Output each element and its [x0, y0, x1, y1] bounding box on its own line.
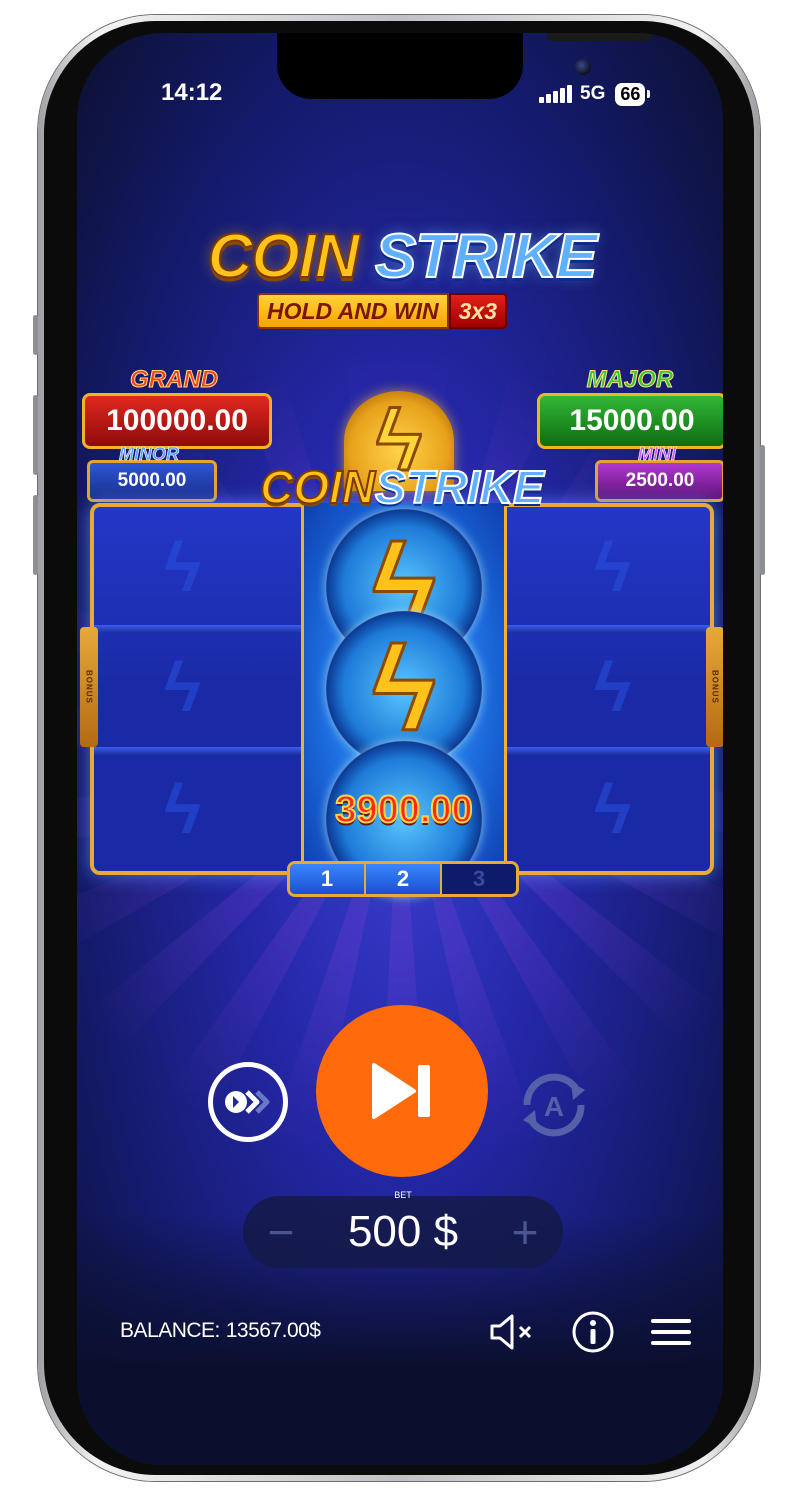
sound-button[interactable] — [488, 1308, 536, 1356]
bonus-tab-right: BONUS — [706, 627, 723, 747]
menu-icon — [651, 1319, 691, 1345]
jackpot-minor-value: 5000.00 — [87, 460, 217, 502]
jackpot-mini-label: MINI — [638, 444, 677, 465]
autoplay-button[interactable]: A — [509, 1060, 599, 1150]
info-button[interactable] — [569, 1308, 617, 1356]
bet-increase-button[interactable]: + — [503, 1206, 547, 1258]
logo-hold-and-win: HOLD AND WIN — [257, 293, 449, 329]
sound-off-icon — [490, 1314, 532, 1350]
balance-label: BALANCE: — [120, 1319, 220, 1342]
status-indicators: 5G 66 — [539, 81, 651, 107]
empty-cell-bolt-icon: ϟ — [164, 648, 202, 726]
bet-panel: BET − 500 $ + — [243, 1190, 563, 1268]
bonus-tab-left: BONUS — [80, 627, 98, 747]
jackpot-mini-value: 2500.00 — [595, 460, 723, 502]
logo-subtitle: HOLD AND WIN 3x3 — [257, 293, 507, 329]
battery-icon: 66 — [615, 82, 651, 106]
empty-cell-bolt-icon: ϟ — [164, 770, 202, 848]
center-logo-coin: COIN — [259, 460, 376, 514]
logo-grid-badge: 3x3 — [448, 293, 507, 329]
balance: BALANCE: 13567.00$ — [120, 1319, 321, 1343]
camera — [575, 59, 591, 75]
respin-counter-cell: 2 — [366, 864, 442, 894]
logo-word-coin: COIN — [207, 221, 361, 292]
bonus-tab-label: BONUS — [84, 670, 94, 704]
logo-word-strike: STRIKE — [374, 221, 598, 292]
skip-icon — [372, 1063, 430, 1119]
empty-cell-bolt-icon: ϟ — [164, 528, 202, 606]
jackpot-minor-label: MINOR — [119, 444, 180, 465]
volume-up-button — [33, 395, 38, 475]
game-screen: 14:12 5G 66 COIN STRIKE HOLD AND WIN 3x3… — [77, 33, 723, 1465]
empty-cell-bolt-icon: ϟ — [594, 648, 632, 726]
svg-text:A: A — [544, 1091, 564, 1122]
center-logo: COINSTRIKE — [229, 460, 575, 514]
bonus-tab-label: BONUS — [710, 670, 720, 704]
jackpot-grand-label: GRAND — [130, 366, 219, 394]
signal-icon — [539, 85, 572, 103]
center-logo-strike: STRIKE — [374, 460, 545, 514]
logo-title: COIN STRIKE — [187, 221, 617, 292]
respin-counter: 1 2 3 — [287, 861, 519, 897]
menu-button[interactable] — [647, 1308, 695, 1356]
network-type: 5G — [580, 83, 606, 104]
respin-counter-cell: 3 — [442, 864, 516, 894]
info-icon — [572, 1311, 614, 1353]
bet-value: 500 $ — [347, 1207, 459, 1256]
jackpot-major-value: 15000.00 — [537, 393, 723, 449]
turbo-button[interactable] — [208, 1062, 288, 1142]
bet-label: BET — [394, 1190, 412, 1200]
minus-icon: − — [267, 1206, 295, 1258]
game-logo: COIN STRIKE HOLD AND WIN 3x3 — [187, 221, 617, 351]
plus-icon: + — [511, 1206, 539, 1258]
respin-counter-cell: 1 — [290, 864, 366, 894]
bet-decrease-button[interactable]: − — [259, 1206, 303, 1258]
power-button — [760, 445, 765, 575]
coin-win-value: 3900.00 — [334, 788, 473, 832]
empty-cell-bolt-icon: ϟ — [594, 770, 632, 848]
balance-value: 13567.00$ — [225, 1319, 321, 1342]
notch — [277, 33, 653, 99]
mute-switch — [33, 315, 38, 355]
jackpot-grand-value: 100000.00 — [82, 393, 272, 449]
status-time: 14:12 — [161, 79, 223, 106]
play-button[interactable] — [316, 1005, 488, 1177]
speaker — [547, 33, 653, 41]
empty-cell-bolt-icon: ϟ — [594, 528, 632, 606]
turbo-icon — [225, 1090, 270, 1114]
volume-down-button — [33, 495, 38, 575]
jackpot-major-label: MAJOR — [586, 366, 674, 394]
autoplay-icon: A — [523, 1073, 585, 1137]
